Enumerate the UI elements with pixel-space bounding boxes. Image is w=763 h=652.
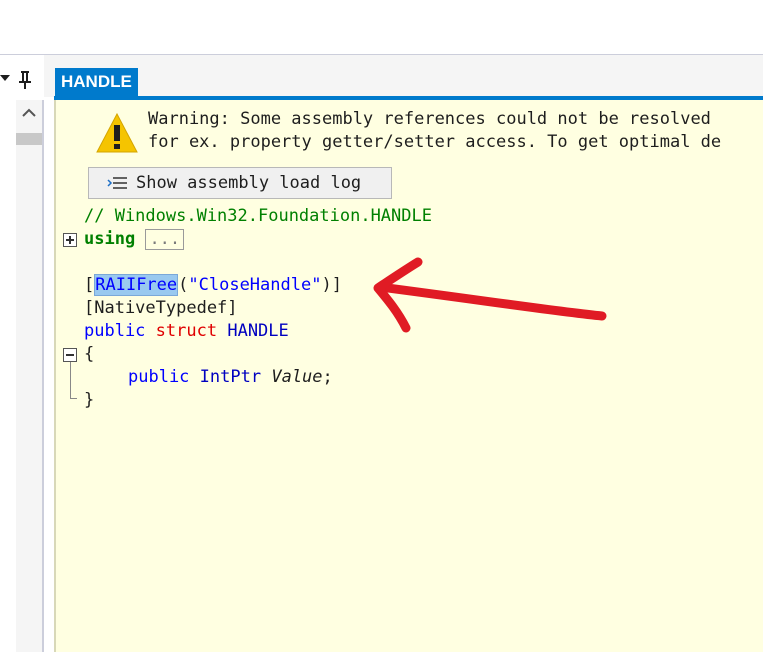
warning-message: Warning: Some assembly references could … xyxy=(148,108,721,154)
code-brace-open-line: { xyxy=(84,343,94,366)
top-bar xyxy=(0,0,763,54)
code-brace-close-line: } xyxy=(84,389,94,412)
warning-icon xyxy=(96,112,138,153)
field-type: IntPtr xyxy=(199,367,262,387)
attr-paren-open: ( xyxy=(178,275,189,295)
field-public-keyword: public xyxy=(128,367,190,387)
editor-gutter-line xyxy=(54,100,56,652)
scroll-up-icon[interactable] xyxy=(20,106,38,120)
show-assembly-load-log-button[interactable]: Show assembly load log xyxy=(88,167,392,199)
brace-open: { xyxy=(84,344,95,364)
code-attribute-line: [RAIIFree("CloseHandle")] xyxy=(84,274,342,297)
code-nativetypedef-line: [NativeTypedef] xyxy=(84,297,238,320)
nativetypedef-attribute: [NativeTypedef] xyxy=(84,298,238,318)
code-field-line: public IntPtr Value; xyxy=(128,366,333,389)
attr-bracket-open: [ xyxy=(84,275,95,295)
struct-keyword: struct xyxy=(155,321,218,341)
warning-line-1: Warning: Some assembly references could … xyxy=(148,109,711,129)
code-comment: // Windows.Win32.Foundation.HANDLE xyxy=(84,206,432,226)
field-semicolon: ; xyxy=(322,367,333,387)
tab-handle[interactable]: HANDLE xyxy=(55,68,138,96)
field-name: Value xyxy=(271,367,323,387)
dropdown-arrow-icon[interactable] xyxy=(0,75,10,81)
tab-strip: HANDLE xyxy=(44,55,763,97)
public-keyword: public xyxy=(84,321,146,341)
attr-close: )] xyxy=(321,275,342,295)
using-keyword: using xyxy=(84,229,136,249)
pin-icon[interactable] xyxy=(17,70,33,90)
collapse-struct-icon[interactable] xyxy=(63,348,77,362)
fold-guide-end xyxy=(70,398,77,399)
code-comment-line: // Windows.Win32.Foundation.HANDLE xyxy=(84,205,432,228)
brace-close: } xyxy=(84,390,95,410)
scroll-thumb[interactable] xyxy=(16,133,42,145)
code-using-line: using ... xyxy=(84,228,185,251)
log-icon xyxy=(107,177,127,189)
struct-name: HANDLE xyxy=(227,321,289,341)
left-panel xyxy=(0,55,44,652)
left-scrollbar[interactable] xyxy=(16,100,42,652)
closehandle-string: "CloseHandle" xyxy=(188,275,322,295)
warning-line-2: for ex. property getter/setter access. T… xyxy=(148,132,722,152)
panel-divider xyxy=(42,100,44,652)
code-editor[interactable]: Warning: Some assembly references could … xyxy=(54,100,763,652)
log-button-label: Show assembly load log xyxy=(136,173,362,193)
expand-using-icon[interactable] xyxy=(63,233,77,247)
collapsed-using-block[interactable]: ... xyxy=(145,229,185,250)
raiifree-attribute[interactable]: RAIIFree xyxy=(94,274,179,296)
code-struct-decl-line: public struct HANDLE xyxy=(84,320,289,343)
fold-guide-line xyxy=(70,362,71,398)
